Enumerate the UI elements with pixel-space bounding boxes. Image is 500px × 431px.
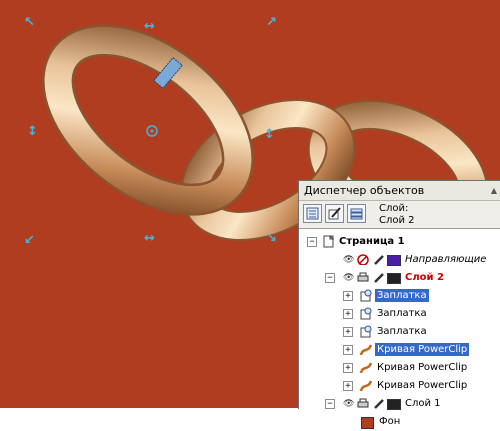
printer-icon[interactable] [357,397,369,409]
edit-pencil-icon[interactable] [373,398,385,410]
envelope-effect-icon [360,307,372,320]
expander-page[interactable]: − [307,237,317,247]
show-properties-icon [306,207,319,220]
rotate-handle-top-left-icon[interactable]: ↖ [24,16,35,29]
expander-object[interactable]: + [343,381,353,391]
rotate-handle-bottom-left-icon[interactable]: ↙ [24,234,35,247]
tree-row-layer2[interactable]: − 👁 Слой 2 [299,269,500,287]
show-properties-button[interactable] [303,204,322,223]
expander-object[interactable]: + [343,345,353,355]
skew-handle-right-icon[interactable]: ↕ [264,128,275,141]
tree-label-object: Заплатка [375,289,429,302]
page-icon [323,235,335,248]
current-layer-name: Слой 2 [379,215,415,226]
tree-row-object[interactable]: + Заплатка [299,323,500,341]
layer-manager-view-icon [350,208,363,220]
tree-label-page: Страница 1 [339,236,405,247]
tree-label-background: Фон [379,416,401,427]
expander-object[interactable]: + [343,291,353,301]
no-print-icon[interactable] [357,253,369,265]
tree-label-object: Кривая PowerClip [375,343,470,356]
visibility-eye-icon[interactable]: 👁 [343,273,354,283]
curve-icon [359,380,373,392]
tree-label-guides: Направляющие [405,254,487,265]
tree-label-object: Заплатка [377,326,427,337]
tree-label-object: Заплатка [377,308,427,319]
expander-layer2[interactable]: − [325,273,335,283]
expander-object[interactable]: + [343,363,353,373]
edit-across-layers-button[interactable] [325,204,344,223]
tree-row-page[interactable]: − Страница 1 [299,233,500,251]
background-color-swatch [361,417,374,429]
tree-row-layer1[interactable]: − 👁 Слой 1 [299,395,500,413]
printer-icon[interactable] [357,271,369,283]
layer2-color-swatch[interactable] [387,273,401,284]
tree-row-object[interactable]: + Кривая PowerClip [299,377,500,395]
tree-row-guides[interactable]: 👁 Направляющие [299,251,500,269]
curve-icon [359,344,373,356]
expander-object[interactable]: + [343,327,353,337]
skew-handle-bottom-icon[interactable]: ↔ [144,232,155,245]
skew-handle-top-icon[interactable]: ↔ [144,20,155,33]
tree-row-object[interactable]: + Заплатка [299,305,500,323]
envelope-effect-icon [360,325,372,338]
tree-label-object: Кривая PowerClip [377,362,468,373]
layer1-color-swatch[interactable] [387,399,401,410]
edit-pencil-icon[interactable] [373,272,385,284]
edit-across-layers-icon [328,207,341,220]
tree-row-object[interactable]: + Кривая PowerClip [299,359,500,377]
skew-handle-left-icon[interactable]: ↕ [27,125,38,138]
docker-collapse-icon[interactable]: ▲ [491,181,497,200]
rotate-handle-bottom-right-icon[interactable]: ↘ [266,232,277,245]
docker-title: Диспетчер объектов [304,184,425,197]
tree-row-object[interactable]: + Заплатка [299,287,500,305]
tree-row-object[interactable]: + Кривая PowerClip [299,341,500,359]
tree-row-background[interactable]: Фон [299,413,500,431]
current-layer-info: Слой: Слой 2 [379,203,415,227]
tree-label-layer1: Слой 1 [405,398,441,409]
layer-manager-view-button[interactable] [347,204,366,223]
rotation-center-dot [150,129,154,133]
docker-title-bar[interactable]: Диспетчер объектов ▲ [299,181,500,201]
object-manager-docker: Диспетчер объектов ▲ Слой: Слой 2 − Стра… [298,180,500,429]
tree-label-object: Кривая PowerClip [377,380,468,391]
expander-object[interactable]: + [343,309,353,319]
docker-toolbar: Слой: Слой 2 [299,201,500,229]
envelope-effect-icon [360,289,372,302]
chain-link-1 [44,26,252,214]
edit-pencil-icon[interactable] [373,254,385,266]
visibility-eye-icon[interactable]: 👁 [343,255,354,265]
layer-caption: Слой: [379,203,409,214]
curve-icon [359,362,373,374]
rotate-handle-top-right-icon[interactable]: ↗ [266,16,277,29]
tree-label-layer2: Слой 2 [405,272,444,283]
guides-color-swatch[interactable] [387,255,401,266]
